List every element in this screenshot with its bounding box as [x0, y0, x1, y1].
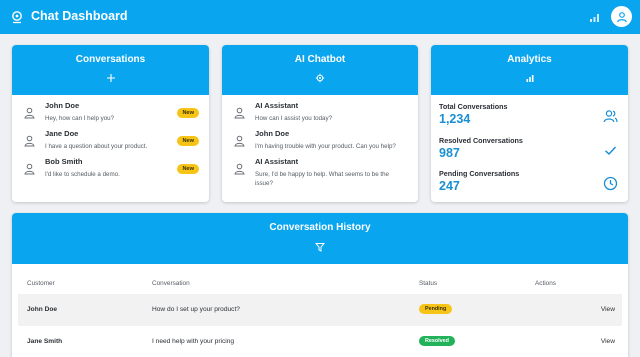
conversations-title: Conversations	[75, 54, 146, 65]
app-bar: Chat Dashboard	[0, 0, 640, 34]
view-link[interactable]: View	[601, 338, 615, 345]
analytics-title: Analytics	[507, 54, 552, 65]
stat-total: Total Conversations 1,234	[439, 102, 620, 134]
user-icon	[24, 107, 35, 119]
clock-icon	[603, 176, 618, 191]
chatbot-header: AI Chatbot	[222, 45, 418, 95]
conversation-preview: I'd like to schedule a demo.	[45, 171, 120, 178]
chat-text: How can I assist you today?	[255, 115, 333, 122]
analytics-header: Analytics	[431, 45, 628, 95]
stat-label: Pending Conversations	[439, 169, 520, 178]
stat-label: Resolved Conversations	[439, 136, 523, 145]
location-pin-icon	[12, 11, 22, 24]
conversations-header: Conversations	[12, 45, 209, 95]
new-badge: New	[177, 164, 199, 174]
status-badge: Resolved	[419, 336, 455, 346]
new-badge: New	[177, 136, 199, 146]
conversation-preview: I have a question about your product.	[45, 143, 148, 150]
cell-conversation: How do I set up your product?	[152, 306, 240, 313]
user-icon	[234, 163, 245, 175]
conversation-item[interactable]: Bob Smith I'd like to schedule a demo. N…	[24, 157, 199, 185]
view-link[interactable]: View	[601, 306, 615, 313]
table-row: John Doe How do I set up your product? P…	[18, 294, 622, 326]
conversation-item[interactable]: John Doe Hey, how can I help you? New	[24, 101, 199, 129]
chat-message: AI Assistant Sure, I'd be happy to help.…	[234, 157, 408, 193]
stat-value: 987	[439, 146, 460, 160]
status-badge: Pending	[419, 304, 453, 314]
chat-message: AI Assistant How can I assist you today?	[234, 101, 408, 129]
user-icon	[24, 163, 35, 175]
conversations-card: Conversations John Doe Hey, how can I he…	[12, 45, 209, 202]
stat-pending: Pending Conversations 247	[439, 169, 620, 201]
new-badge: New	[177, 108, 199, 118]
column-header-actions: Actions	[535, 280, 556, 287]
chat-sender: AI Assistant	[255, 157, 299, 166]
chat-text: Sure, I'd be happy to help. What seems t…	[255, 171, 389, 187]
analytics-card: Analytics Total Conversations 1,234 Reso…	[431, 45, 628, 202]
stat-value: 247	[439, 179, 460, 193]
stat-resolved: Resolved Conversations 987	[439, 136, 620, 168]
history-header: Conversation History	[12, 213, 628, 264]
users-icon	[603, 110, 618, 123]
conversation-name: Bob Smith	[45, 157, 83, 166]
bar-chart-icon	[526, 75, 533, 82]
conversation-name: Jane Doe	[45, 129, 79, 138]
history-title: Conversation History	[269, 222, 371, 233]
chatbot-title: AI Chatbot	[294, 54, 346, 65]
plus-icon[interactable]	[106, 73, 116, 83]
cell-customer: John Doe	[27, 306, 58, 313]
chat-sender: John Doe	[255, 129, 290, 138]
conversation-name: John Doe	[45, 101, 80, 110]
stat-label: Total Conversations	[439, 102, 508, 111]
user-icon	[234, 135, 245, 147]
gear-icon[interactable]	[315, 73, 325, 83]
chat-message: John Doe I'm having trouble with your pr…	[234, 129, 408, 157]
column-header-customer: Customer	[27, 280, 55, 287]
column-header-conversation: Conversation	[152, 280, 190, 287]
chat-sender: AI Assistant	[255, 101, 299, 110]
user-icon	[616, 11, 627, 22]
chat-text: I'm having trouble with your product. Ca…	[255, 143, 396, 150]
app-title: Chat Dashboard	[31, 9, 128, 23]
user-icon	[234, 107, 245, 119]
history-card: Conversation History Customer Conversati…	[12, 213, 628, 357]
user-icon	[24, 135, 35, 147]
conversation-item[interactable]: Jane Doe I have a question about your pr…	[24, 129, 199, 157]
column-header-status: Status	[419, 280, 438, 287]
check-icon	[604, 146, 617, 156]
table-row: Jane Smith I need help with your pricing…	[18, 326, 622, 357]
filter-icon[interactable]	[315, 242, 325, 252]
cell-customer: Jane Smith	[27, 338, 63, 345]
chatbot-card: AI Chatbot AI Assistant How can I assist…	[222, 45, 418, 202]
conversation-preview: Hey, how can I help you?	[45, 115, 115, 122]
user-avatar-button[interactable]	[611, 6, 632, 27]
cell-conversation: I need help with your pricing	[152, 338, 235, 345]
signal-icon	[590, 14, 599, 22]
stat-value: 1,234	[439, 112, 471, 126]
